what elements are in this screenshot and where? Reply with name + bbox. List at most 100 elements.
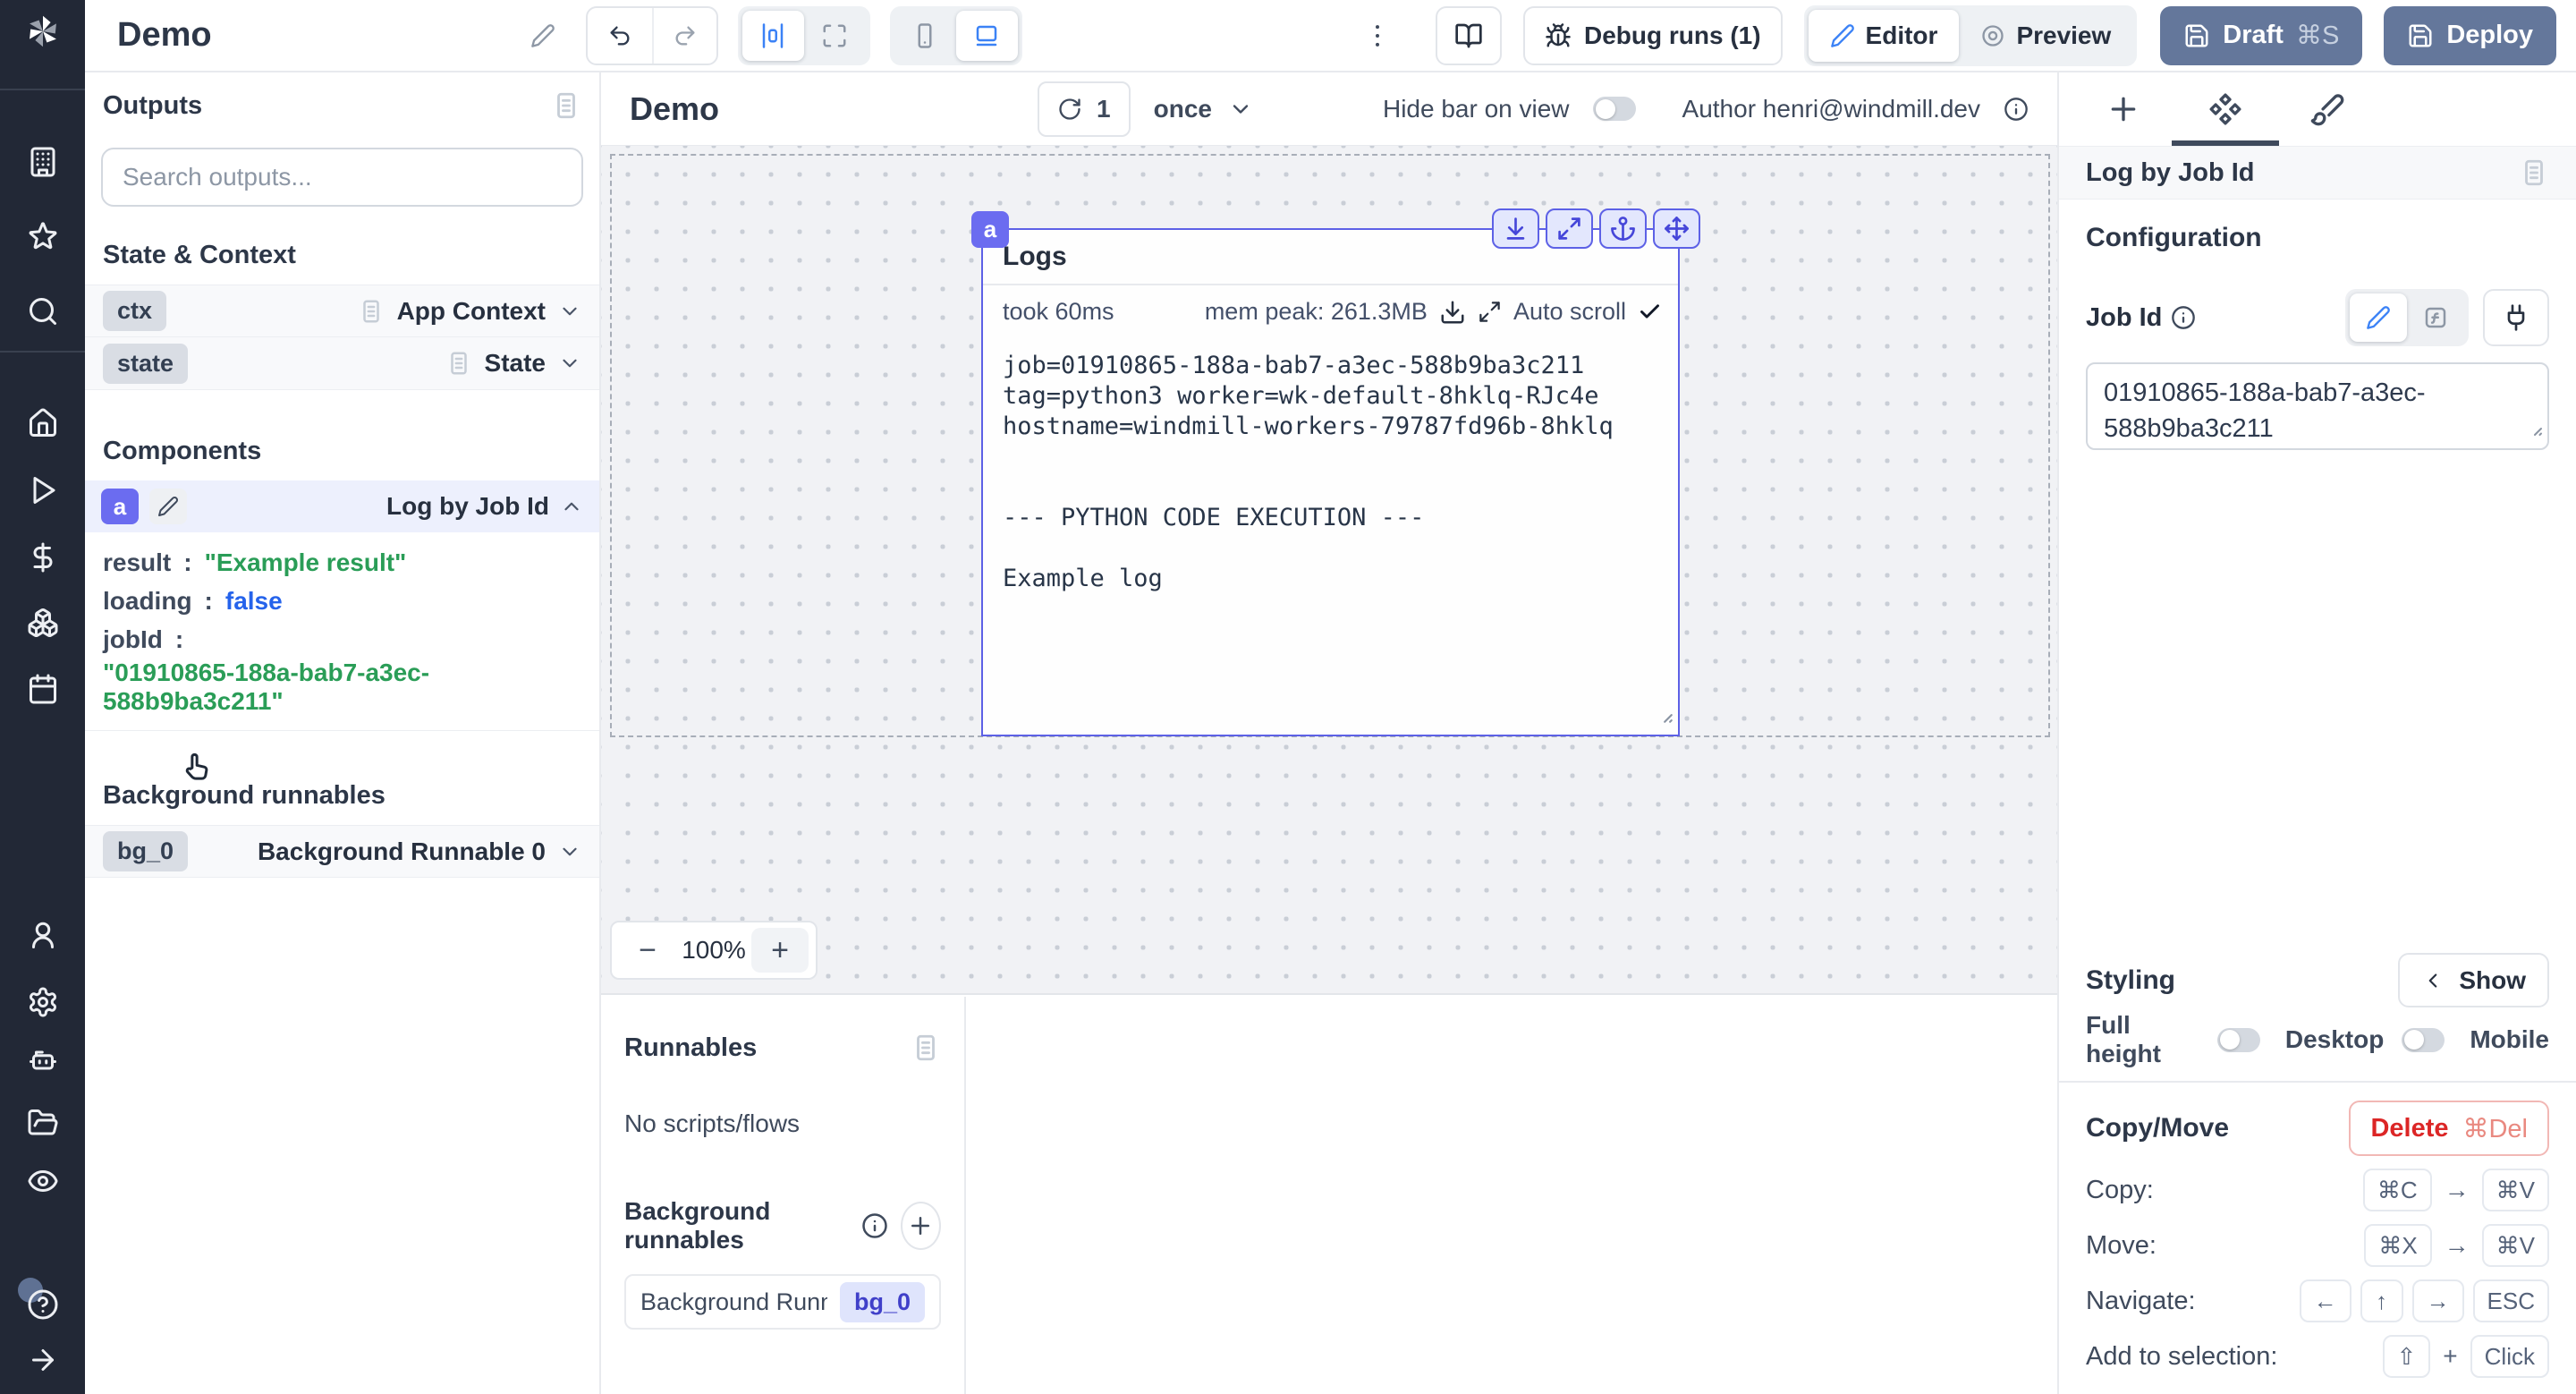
centered-layout-button[interactable] — [742, 11, 804, 61]
full-height-toggle[interactable] — [2217, 1028, 2260, 1052]
shortcut-row-add-selection: Add to selection: ⇧ + Click — [2086, 1335, 2549, 1378]
prop-key[interactable]: result — [103, 548, 171, 577]
refresh-frequency-select[interactable]: once — [1154, 95, 1253, 123]
logs-component[interactable]: Logs took 60ms mem peak: 261.3MB Auto sc… — [981, 228, 1680, 736]
log-output: job=01910865-188a-bab7-a3ec-588b9ba3c211… — [983, 326, 1678, 594]
edit-component-id-button[interactable] — [149, 489, 187, 524]
connect-input-button[interactable] — [2483, 289, 2549, 346]
mobile-view-button[interactable] — [894, 11, 956, 61]
zoom-in-button[interactable]: + — [751, 928, 809, 973]
static-input-mode-button[interactable] — [2350, 293, 2407, 342]
sidebar-item-folders[interactable] — [0, 1107, 85, 1139]
more-menu-button[interactable] — [1362, 21, 1393, 51]
sidebar-item-users[interactable] — [0, 919, 85, 951]
component-output-props: result : "Example result" loading : fals… — [85, 532, 599, 731]
component-settings-tab[interactable] — [2207, 72, 2243, 146]
chevron-up-icon[interactable] — [560, 495, 583, 518]
top-header: Demo Debug runs (1) Editor Preview Draft… — [85, 0, 2576, 72]
component-anchor-button[interactable] — [1599, 208, 1647, 249]
deploy-button[interactable]: Deploy — [2384, 6, 2556, 65]
sidebar-item-runs[interactable] — [0, 474, 85, 506]
autoscroll-check-icon[interactable] — [1638, 300, 1662, 324]
editor-tab[interactable]: Editor — [1809, 10, 1960, 62]
prop-value: "Example result" — [205, 548, 407, 577]
sidebar-item-settings[interactable] — [0, 986, 85, 1018]
runnables-title: Runnables — [624, 1033, 757, 1063]
eval-input-mode-button[interactable] — [2407, 293, 2464, 342]
key-chip: ⌘C — [2363, 1169, 2432, 1211]
prop-key[interactable]: jobId — [103, 625, 163, 654]
draft-button[interactable]: Draft ⌘S — [2160, 6, 2362, 65]
undo-button[interactable] — [588, 8, 652, 64]
state-label: State — [485, 349, 546, 378]
sidebar-item-resources[interactable] — [0, 607, 85, 639]
sidebar-item-audit-logs[interactable] — [0, 1165, 85, 1197]
expand-logs-icon[interactable] — [1478, 300, 1502, 324]
key-chip: ⌘V — [2482, 1224, 2549, 1267]
preview-icon — [1980, 23, 2005, 48]
component-expand-button[interactable] — [1546, 208, 1593, 249]
sidebar-item-help[interactable] — [0, 1288, 85, 1327]
bg-runnables-heading: Background runnables — [624, 1197, 849, 1254]
sidebar-item-schedules[interactable] — [0, 673, 85, 705]
edit-title-button[interactable] — [530, 23, 555, 48]
styling-tab[interactable] — [2309, 72, 2345, 146]
chevron-down-icon[interactable] — [558, 352, 581, 375]
key-chip: → — [2412, 1279, 2464, 1322]
component-id-tag[interactable]: a — [971, 211, 1009, 248]
sidebar-item-workspace[interactable] — [0, 146, 85, 178]
windmill-logo-icon[interactable] — [0, 11, 85, 52]
sidebar-item-workers[interactable] — [0, 1044, 85, 1076]
app-canvas[interactable]: Logs took 60ms mem peak: 261.3MB Auto sc… — [601, 146, 2057, 995]
ctx-label: App Context — [397, 297, 546, 326]
ctx-row[interactable]: ctx App Context — [85, 285, 599, 337]
sidebar-expand-button[interactable] — [0, 1344, 85, 1376]
device-mode-group — [890, 6, 1022, 65]
hide-bar-toggle[interactable] — [1593, 97, 1636, 121]
search-outputs-input[interactable] — [101, 148, 583, 207]
info-icon[interactable] — [861, 1212, 888, 1239]
sidebar-item-variables[interactable] — [0, 541, 85, 574]
prop-key[interactable]: loading — [103, 587, 192, 616]
key-chip: ESC — [2473, 1279, 2549, 1322]
sidebar-item-home[interactable] — [0, 407, 85, 439]
sidebar-item-favorites[interactable] — [0, 220, 85, 252]
background-runnable-item[interactable]: Background Runna... bg_0 — [624, 1274, 941, 1330]
fullscreen-layout-button[interactable] — [804, 11, 866, 61]
zoom-out-button[interactable]: − — [619, 928, 676, 973]
background-runnable-row[interactable]: bg_0 Background Runnable 0 — [85, 825, 599, 878]
component-docs-icon[interactable] — [2519, 157, 2549, 188]
component-output-row[interactable]: a Log by Job Id — [85, 480, 599, 532]
show-styling-button[interactable]: Show — [2398, 953, 2549, 1007]
mouse-cursor-icon — [178, 751, 214, 793]
job-id-input[interactable]: 01910865-188a-bab7-a3ec-588b9ba3c211 — [2086, 362, 2549, 450]
author-info-icon[interactable] — [2004, 97, 2029, 122]
delete-component-button[interactable]: Delete ⌘Del — [2349, 1101, 2549, 1156]
component-move-handle[interactable] — [1653, 208, 1700, 249]
docs-icon[interactable] — [445, 350, 472, 377]
state-row[interactable]: state State — [85, 337, 599, 390]
state-id-badge: state — [103, 344, 188, 384]
desktop-toggle[interactable] — [2402, 1028, 2445, 1052]
insert-component-tab[interactable] — [2106, 72, 2141, 146]
chevron-down-icon[interactable] — [558, 300, 581, 323]
redo-button[interactable] — [652, 8, 716, 64]
download-logs-icon[interactable] — [1439, 299, 1466, 326]
add-background-runnable-button[interactable] — [901, 1202, 941, 1250]
outputs-docs-icon[interactable] — [551, 90, 581, 121]
component-resize-handle[interactable] — [1651, 701, 1674, 731]
docs-icon[interactable] — [358, 298, 385, 325]
runnables-docs-icon[interactable] — [911, 1033, 941, 1063]
sidebar-item-search[interactable] — [0, 295, 85, 327]
debug-runs-button[interactable]: Debug runs (1) — [1523, 6, 1783, 65]
refresh-app-button[interactable]: 1 — [1038, 81, 1131, 137]
docs-button[interactable] — [1436, 6, 1502, 65]
textarea-resize-handle[interactable] — [2522, 415, 2544, 444]
desktop-view-button[interactable] — [956, 11, 1018, 61]
logs-mem-peak: mem peak: 261.3MB — [1205, 298, 1428, 326]
job-id-info-icon[interactable] — [2171, 305, 2196, 330]
preview-tab[interactable]: Preview — [1959, 10, 2132, 62]
log-line — [1003, 533, 1658, 564]
component-fill-height-button[interactable] — [1492, 208, 1539, 249]
chevron-down-icon[interactable] — [558, 840, 581, 863]
